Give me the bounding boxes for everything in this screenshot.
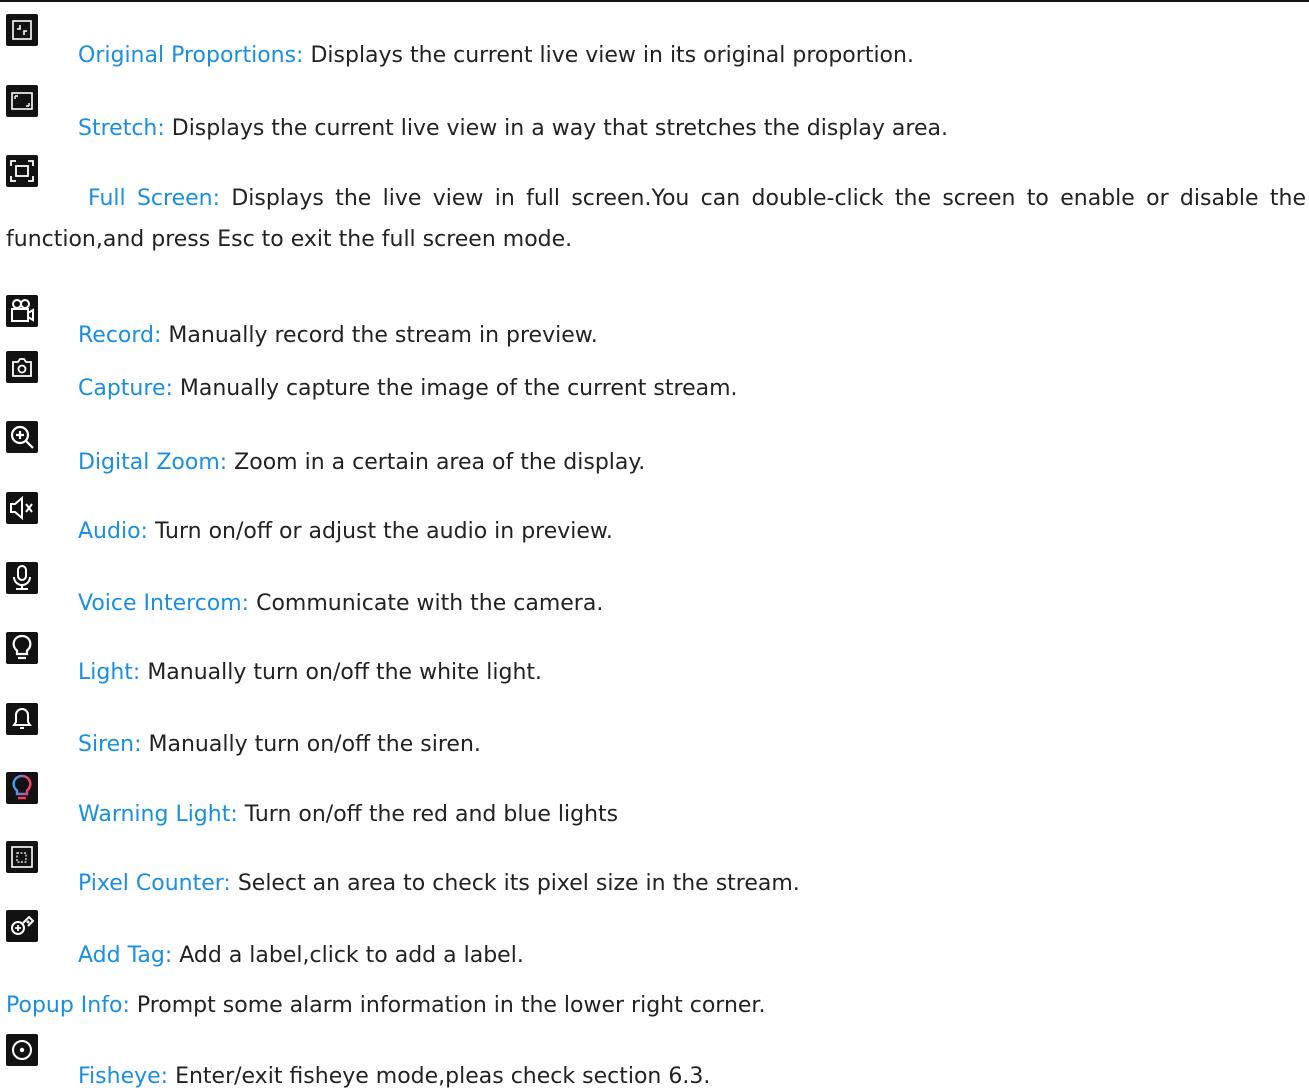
description: Displays the current live view in a way …: [164, 116, 948, 141]
term: Warning Light:: [78, 802, 238, 827]
record-icon[interactable]: [6, 295, 38, 327]
original-proportions-line: Original Proportions: Displays the curre…: [78, 41, 914, 71]
siren-line: Siren: Manually turn on/off the siren.: [78, 730, 481, 760]
audio-icon[interactable]: [6, 492, 38, 524]
add-tag-icon[interactable]: [6, 910, 38, 942]
capture-line: Capture: Manually capture the image of t…: [78, 374, 738, 404]
term: Audio:: [78, 519, 148, 544]
description: Displays the current live view in its or…: [303, 43, 914, 68]
description: Prompt some alarm information in the low…: [129, 993, 766, 1018]
pixel-counter-line: Pixel Counter: Select an area to check i…: [78, 869, 800, 899]
original-proportions-icon[interactable]: [6, 14, 38, 46]
digital-zoom-line: Digital Zoom: Zoom in a certain area of …: [78, 448, 645, 478]
audio-line: Audio: Turn on/off or adjust the audio i…: [78, 517, 613, 547]
description: Communicate with the camera.: [249, 591, 604, 616]
stretch-icon[interactable]: [6, 85, 38, 117]
term: Light:: [78, 660, 141, 685]
description: Manually turn on/off the siren.: [141, 732, 481, 757]
popup-info-line: Popup Info: Prompt some alarm informatio…: [6, 991, 765, 1021]
pixel-counter-icon[interactable]: [6, 841, 38, 873]
fisheye-line: Fisheye: Enter/exit fisheye mode,pleas c…: [78, 1062, 710, 1092]
description: Manually record the stream in preview.: [161, 323, 598, 348]
description: Manually capture the image of the curren…: [172, 376, 738, 401]
description: Add a label,click to add a label.: [172, 943, 524, 968]
add-tag-line: Add Tag: Add a label,click to add a labe…: [78, 941, 524, 971]
description: Select an area to check its pixel size i…: [230, 871, 800, 896]
term: Voice Intercom:: [78, 591, 250, 616]
warning-light-line: Warning Light: Turn on/off the red and b…: [78, 800, 618, 830]
term: Full Screen:: [88, 186, 220, 211]
description: Manually turn on/off the white light.: [140, 660, 543, 685]
description: Turn on/off or adjust the audio in previ…: [147, 519, 613, 544]
term: Digital Zoom:: [78, 450, 228, 475]
voice-intercom-icon[interactable]: [6, 562, 38, 594]
stretch-line: Stretch: Displays the current live view …: [78, 114, 948, 144]
light-line: Light: Manually turn on/off the white li…: [78, 658, 542, 688]
full-screen-paragraph: Full Screen: Displays the live view in f…: [6, 178, 1306, 260]
warning-light-icon[interactable]: [6, 772, 38, 804]
voice-intercom-line: Voice Intercom: Communicate with the cam…: [78, 589, 603, 619]
fisheye-icon[interactable]: [6, 1034, 38, 1066]
record-line: Record: Manually record the stream in pr…: [78, 321, 598, 351]
description: Turn on/off the red and blue lights: [237, 802, 619, 827]
description: Zoom in a certain area of the display.: [227, 450, 646, 475]
term: Record:: [78, 323, 162, 348]
term: Capture:: [78, 376, 173, 401]
term: Popup Info:: [6, 993, 130, 1018]
term: Original Proportions:: [78, 43, 304, 68]
capture-icon[interactable]: [6, 351, 38, 383]
top-rule: [0, 0, 1309, 2]
light-icon[interactable]: [6, 632, 38, 664]
term: Siren:: [78, 732, 142, 757]
term: Add Tag:: [78, 943, 173, 968]
term: Fisheye:: [78, 1064, 169, 1089]
siren-icon[interactable]: [6, 703, 38, 735]
description: Enter/exit fisheye mode,pleas check sect…: [168, 1064, 711, 1089]
term: Pixel Counter:: [78, 871, 231, 896]
digital-zoom-icon[interactable]: [6, 421, 38, 453]
term: Stretch:: [78, 116, 165, 141]
